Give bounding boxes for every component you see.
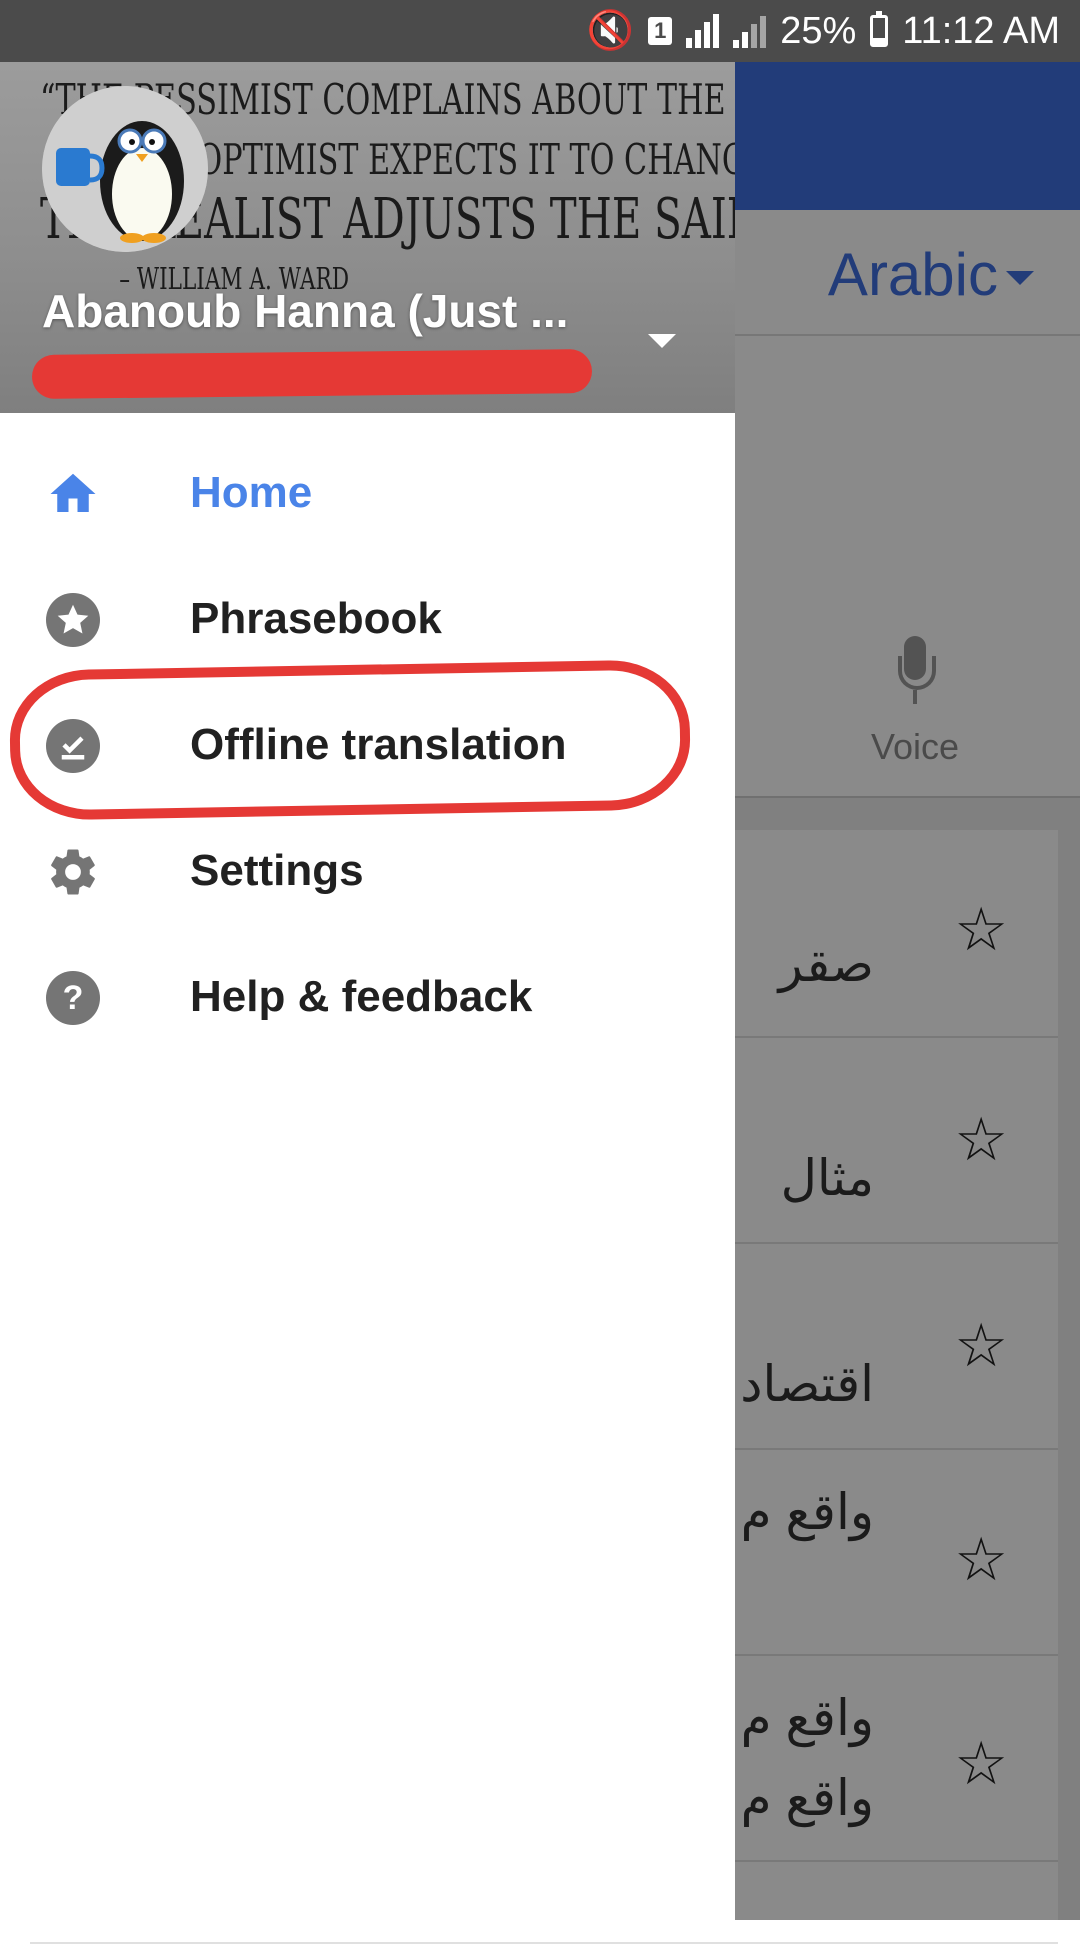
drawer-header: “THE PESSIMIST COMPLAINS ABOUT THE WIND;…: [0, 62, 735, 413]
navigation-drawer: “THE PESSIMIST COMPLAINS ABOUT THE WIND;…: [0, 0, 735, 1920]
nav-item-home[interactable]: Home: [0, 430, 735, 556]
battery-icon: [870, 11, 889, 47]
help-icon: ?: [46, 971, 100, 1025]
nav-item-settings[interactable]: Settings: [0, 808, 735, 934]
nav-item-help-feedback[interactable]: ? Help & feedback: [0, 934, 735, 1060]
mute-vibrate-icon: 🔇: [586, 10, 635, 52]
account-switcher-dropdown-icon[interactable]: [648, 334, 676, 348]
annotation-highlight-circle: [8, 659, 692, 821]
battery-percent: 25%: [780, 9, 857, 52]
avatar[interactable]: [42, 86, 208, 252]
nav-item-label: Home: [190, 468, 313, 517]
sim-icon: 1: [648, 17, 673, 45]
gear-icon: [46, 845, 100, 899]
account-name[interactable]: Abanoub Hanna (Just ...: [42, 284, 568, 338]
penguin-avatar-icon: [42, 86, 208, 252]
nav-item-label: Help & feedback: [190, 972, 533, 1021]
home-icon: [46, 467, 100, 521]
account-email-redaction: [31, 349, 593, 399]
nav-item-label: Phrasebook: [190, 594, 442, 643]
status-bar: 🔇 1 25% 11:12 AM: [0, 0, 1080, 62]
signal-icon: [733, 14, 767, 48]
signal-icon: [686, 14, 720, 48]
clock: 11:12 AM: [902, 9, 1060, 52]
nav-item-label: Settings: [190, 846, 364, 895]
star-icon: [46, 593, 100, 647]
